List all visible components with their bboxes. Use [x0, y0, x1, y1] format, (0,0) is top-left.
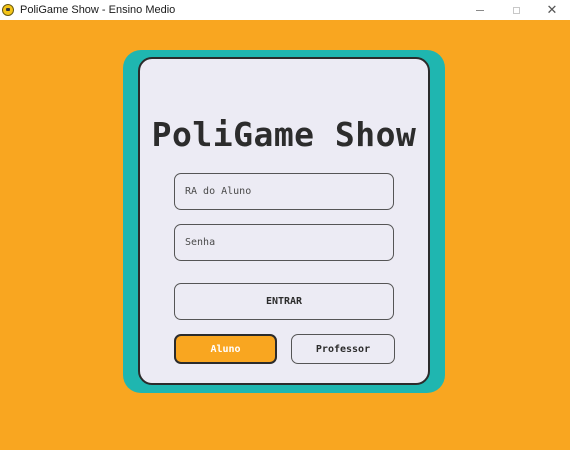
window-controls: ✕ — [462, 0, 570, 20]
minimize-icon — [476, 9, 484, 11]
student-role-button[interactable]: Aluno — [174, 334, 277, 364]
enter-button-label: ENTRAR — [265, 296, 303, 307]
window-title: PoliGame Show - Ensino Medio — [20, 4, 176, 16]
maximize-icon — [512, 6, 520, 14]
main-content: PoliGame Show ENTRAR Aluno Professor — [0, 20, 570, 450]
app-window: PoliGame Show - Ensino Medio ✕ PoliGame … — [0, 0, 570, 450]
title-bar: PoliGame Show - Ensino Medio ✕ — [0, 0, 570, 20]
minimize-button[interactable] — [462, 0, 498, 20]
ra-input[interactable] — [174, 173, 394, 210]
close-icon: ✕ — [546, 2, 558, 18]
teacher-role-button[interactable]: Professor — [291, 334, 395, 364]
close-button[interactable]: ✕ — [534, 0, 570, 20]
login-card: PoliGame Show ENTRAR Aluno Professor — [138, 57, 430, 385]
app-logo-icon — [2, 4, 14, 16]
enter-button[interactable]: ENTRAR — [174, 283, 394, 320]
password-input[interactable] — [174, 224, 394, 261]
maximize-button[interactable] — [498, 0, 534, 20]
page-title: PoliGame Show — [151, 115, 417, 154]
teacher-role-label: Professor — [315, 343, 371, 355]
student-role-label: Aluno — [210, 343, 241, 355]
